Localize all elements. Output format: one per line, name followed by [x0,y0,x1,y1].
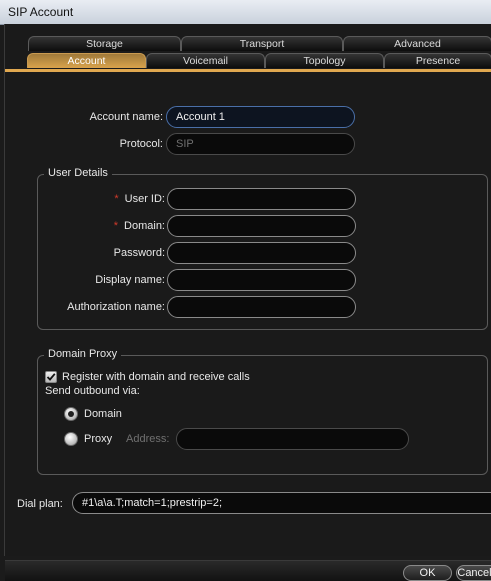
user-id-label: * User ID: [39,193,165,205]
protocol-input: SIP [166,133,355,155]
domain-radio-label: Domain [84,408,122,420]
domain-proxy-title: Domain Proxy [44,348,122,360]
password-input[interactable] [167,242,356,264]
proxy-radio-label: Proxy [84,433,113,445]
user-details-title: User Details [44,167,112,179]
proxy-address-input [176,428,409,450]
dialog-body: Storage Transport Advanced Account Voice… [4,24,491,581]
checkmark-icon [46,373,56,381]
button-bar: OK Cancel [5,560,491,581]
account-name-input[interactable]: Account 1 [166,106,355,128]
password-label: Password: [113,247,165,259]
proxy-radio[interactable] [64,432,78,446]
window-title: SIP Account [8,5,74,19]
protocol-label: Protocol: [119,138,163,150]
user-id-label-text: User ID: [124,193,165,205]
domain-label: * Domain: [39,220,165,232]
cancel-button[interactable]: Cancel [456,565,491,581]
account-name-label: Account name: [89,111,163,123]
domain-radio[interactable] [64,407,78,421]
domain-label-text: Domain: [124,220,165,232]
title-bar: SIP Account [0,0,491,25]
register-label: Register with domain and receive calls [62,371,250,383]
display-name-label: Display name: [95,274,165,286]
send-via-label: Send outbound via: [45,385,140,397]
address-label: Address: [126,433,170,445]
ok-button[interactable]: OK [403,565,452,581]
register-checkbox[interactable] [45,371,57,383]
required-marker: * [113,220,119,232]
authorization-name-label: Authorization name: [67,301,165,313]
domain-input[interactable] [167,215,356,237]
account-panel: Account name: Account 1 Protocol: SIP Us… [5,24,491,556]
dial-plan-input[interactable]: #1\a\a.T;match=1;prestrip=2; [72,492,491,514]
dial-plan-label: Dial plan: [17,498,63,510]
required-marker: * [114,193,119,205]
authorization-name-input[interactable] [167,296,356,318]
display-name-input[interactable] [167,269,356,291]
user-id-input[interactable] [167,188,356,210]
